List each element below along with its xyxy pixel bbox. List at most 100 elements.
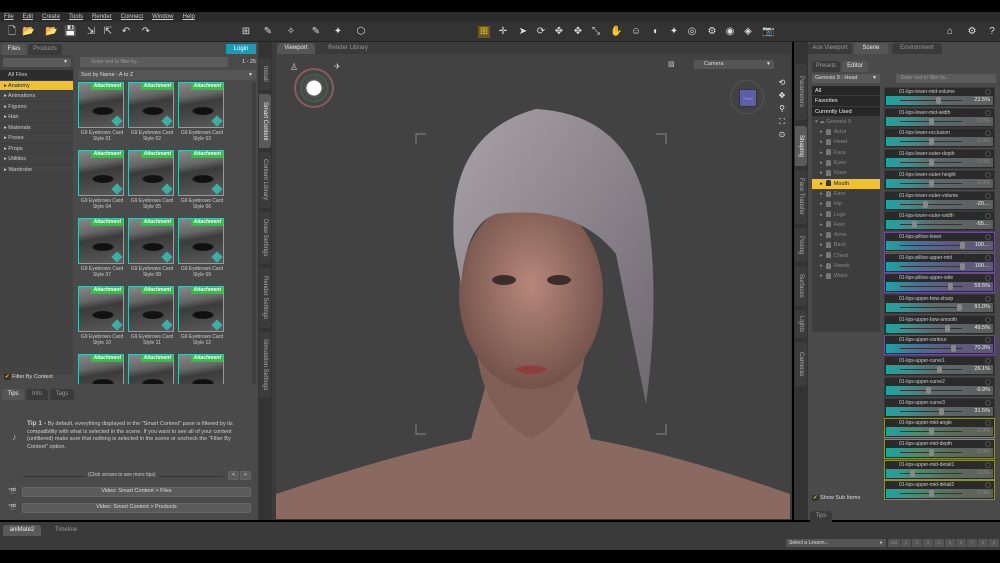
group-all[interactable]: All bbox=[812, 86, 880, 97]
content-item[interactable]: Attachment G9 Eyebrows Card Style 08 bbox=[128, 218, 176, 284]
slider-value[interactable]: 0.0% bbox=[977, 469, 990, 478]
slider-value[interactable]: 0.0% bbox=[977, 427, 990, 436]
pointer-icon[interactable]: ➤ bbox=[517, 26, 529, 38]
content-item[interactable]: Attachment G9 Eyebrows Card Style 06 bbox=[178, 150, 226, 216]
slider-options-icon[interactable] bbox=[985, 440, 991, 447]
slider-handle[interactable] bbox=[929, 117, 934, 125]
slider-handle[interactable] bbox=[929, 448, 934, 456]
menu-file[interactable]: File bbox=[4, 14, 14, 20]
menu-render[interactable]: Render bbox=[92, 14, 112, 20]
slider-01-lips-lower-occlusion[interactable]: 01-lips-lower-occlusion 0.0% bbox=[884, 128, 995, 149]
slider-value[interactable]: -20.... bbox=[976, 200, 990, 209]
show-sub-items-checkbox[interactable]: ✔ Show Sub Items bbox=[812, 495, 860, 501]
slider-value[interactable]: 22.5% bbox=[974, 96, 990, 105]
vtab-parameters[interactable]: Parameters bbox=[795, 64, 807, 120]
slider-01-lips-lower-outer-volume[interactable]: 01-lips-lower-outer-volume -20.... bbox=[884, 190, 995, 211]
slider-bar[interactable]: 100.... bbox=[886, 261, 993, 271]
tree-node-head[interactable]: ▸ Head bbox=[812, 137, 880, 147]
new-file-icon[interactable]: 🗋 bbox=[6, 26, 18, 38]
tree-node-mouth[interactable]: ▸ Mouth bbox=[812, 178, 880, 189]
slider-value[interactable]: 100.... bbox=[975, 241, 990, 250]
slider-bar[interactable]: -20.... bbox=[886, 199, 993, 209]
slider-bar[interactable]: 100.... bbox=[886, 240, 993, 250]
content-item[interactable]: Attachment bbox=[178, 354, 226, 384]
slider-bar[interactable]: 0.0% bbox=[886, 447, 993, 457]
save-icon[interactable]: 💾 bbox=[64, 26, 76, 38]
node-weight-icon[interactable]: ✧ bbox=[285, 26, 297, 38]
menu-connect[interactable]: Connect bbox=[121, 14, 143, 20]
draw-style-icon[interactable]: ▨ bbox=[668, 60, 675, 68]
camera-icon[interactable]: 📷 bbox=[762, 26, 774, 38]
grid-scrollbar[interactable] bbox=[252, 82, 256, 384]
light-tool-icon[interactable]: ✦ bbox=[668, 26, 680, 38]
slider-handle[interactable] bbox=[922, 200, 928, 208]
next-tip-button[interactable]: > bbox=[240, 471, 251, 480]
slider-01-lips-upper-mid-detail1[interactable]: 01-lips-upper-mid-detail1 0.0% bbox=[884, 459, 995, 480]
sort-dropdown[interactable]: Sort by Name : A to Z ▼ bbox=[78, 70, 256, 80]
tab-animate2[interactable]: aniMate2 bbox=[3, 525, 41, 536]
tree-node-waist[interactable]: ▸ Waist bbox=[812, 271, 880, 281]
tree-node-actor[interactable]: ▸ Actor bbox=[812, 127, 880, 137]
iray-icon[interactable]: ◈ bbox=[742, 26, 754, 38]
tree-root[interactable]: ▾ ☁ Genesis 9 bbox=[812, 117, 880, 127]
tab-editor[interactable]: Editor bbox=[842, 61, 868, 72]
vtab-content-library[interactable]: Content Library bbox=[259, 152, 271, 208]
reset-icon[interactable]: ⊙ bbox=[776, 128, 788, 141]
slider-bar[interactable]: 22.5% bbox=[886, 96, 993, 105]
login-button[interactable]: Login bbox=[226, 44, 256, 54]
slider-bar[interactable]: -9.9% bbox=[886, 385, 993, 395]
lesson-dropdown[interactable]: Select a Lesson... ▼ bbox=[786, 539, 886, 547]
category-wardrobe[interactable]: ▸ Wardrobe bbox=[0, 165, 73, 175]
tree-node-face[interactable]: ▸ Face bbox=[812, 148, 880, 158]
slider-value[interactable]: 91.0% bbox=[974, 303, 990, 312]
menu-tools[interactable]: Tools bbox=[69, 14, 83, 20]
view-cube[interactable]: Front bbox=[730, 80, 764, 114]
merge-icon[interactable]: 📂 bbox=[45, 26, 57, 38]
content-item[interactable]: Attachment G9 Eyebrows Card Style 12 bbox=[178, 286, 226, 352]
property-filter-input[interactable]: Enter text to filter by... bbox=[896, 74, 996, 83]
slider-options-icon[interactable] bbox=[985, 89, 991, 95]
slider-handle[interactable] bbox=[947, 283, 953, 291]
slider-bar[interactable]: 0.0% bbox=[886, 178, 993, 188]
lesson-step-button[interactable]: 9 bbox=[989, 539, 999, 547]
slider-value[interactable]: 31.5% bbox=[974, 407, 990, 416]
tab-files[interactable]: Files bbox=[2, 44, 26, 55]
slider-01-lips-pillow-upper-side[interactable]: 01-lips-pillow-upper-side 59.5% bbox=[884, 273, 995, 294]
tree-node-hip[interactable]: ▸ Hip bbox=[812, 199, 880, 209]
slider-01-lips-lower-outer-depth[interactable]: 01-lips-lower-outer-depth 0.0% bbox=[884, 149, 995, 170]
category-anatomy[interactable]: ▸ Anatomy bbox=[0, 80, 73, 91]
content-filter-input[interactable]: Enter text to filter by... bbox=[80, 57, 228, 67]
vtab-shaping[interactable]: Shaping bbox=[795, 126, 807, 166]
slider-options-icon[interactable] bbox=[985, 378, 991, 385]
universal-tool-icon[interactable]: ✛ bbox=[497, 26, 509, 38]
home-icon[interactable]: ⌂ bbox=[944, 26, 956, 38]
vtab-lights[interactable]: Lights bbox=[795, 310, 807, 338]
spot-icon[interactable]: ◎ bbox=[686, 26, 698, 38]
slider-options-icon[interactable] bbox=[985, 192, 991, 199]
slider-options-icon[interactable] bbox=[985, 109, 991, 116]
slider-bar[interactable]: 0.0% bbox=[886, 427, 993, 437]
camera-dropdown[interactable]: Camera ▼ bbox=[694, 60, 774, 69]
category-utilities[interactable]: ▸ Utilities bbox=[0, 154, 73, 165]
content-item[interactable]: Attachment G9 Eyebrows Card Style 02 bbox=[128, 82, 176, 148]
slider-handle[interactable] bbox=[937, 366, 943, 374]
filter-dropdown[interactable]: ▼ bbox=[3, 58, 71, 67]
3d-viewport[interactable]: ♙ ✈ ▨ Camera ▼ Front ⟲ ✥ ⚲ ⛶ ⊙ bbox=[276, 54, 790, 519]
tree-node-arms[interactable]: ▸ Arms bbox=[812, 230, 880, 240]
slider-value[interactable]: 49.5% bbox=[974, 324, 990, 333]
slider-value[interactable]: 26.1% bbox=[974, 365, 990, 374]
slider-bar[interactable]: 70.3% bbox=[886, 344, 993, 354]
zoom-icon[interactable]: ⚲ bbox=[776, 102, 788, 115]
vtab-face-transfer[interactable]: Face Transfer bbox=[795, 170, 807, 224]
category-materials[interactable]: ▸ Materials bbox=[0, 123, 73, 133]
translate-icon[interactable]: ✥ bbox=[553, 26, 565, 38]
video-products-button[interactable]: Video: Smart Content > Products bbox=[22, 503, 251, 513]
content-item[interactable]: Attachment G9 Eyebrows Card Style 09 bbox=[178, 218, 226, 284]
slider-options-icon[interactable] bbox=[985, 171, 991, 178]
slider-options-icon[interactable] bbox=[985, 233, 991, 240]
vtab-posing[interactable]: Posing bbox=[795, 228, 807, 262]
slider-bar[interactable]: 0.0% bbox=[886, 468, 993, 478]
scale-icon[interactable]: ⤡ bbox=[590, 26, 602, 38]
tree-node-legs[interactable]: ▸ Legs bbox=[812, 210, 880, 220]
slider-01-lips-upper-curve2[interactable]: 01-lips-upper-curve2 -9.9% bbox=[884, 376, 995, 397]
